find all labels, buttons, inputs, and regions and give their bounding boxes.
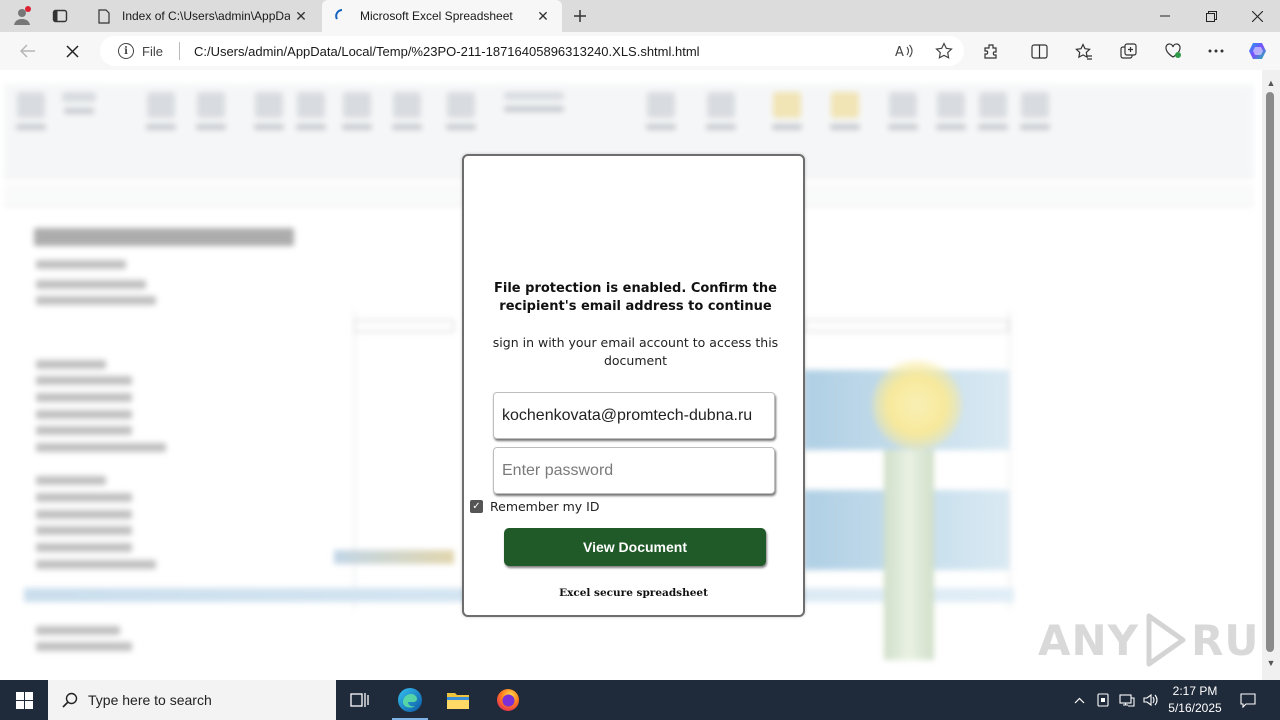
firefox-icon[interactable] bbox=[484, 680, 532, 720]
favorite-star-icon[interactable] bbox=[924, 42, 964, 60]
file-protection-dialog: File protection is enabled. Confirm the … bbox=[462, 154, 805, 617]
close-icon[interactable]: ✕ bbox=[290, 5, 312, 27]
view-document-button[interactable]: View Document bbox=[504, 528, 766, 566]
search-placeholder: Type here to search bbox=[88, 692, 212, 708]
remember-id-option[interactable]: ✓ Remember my ID bbox=[470, 499, 599, 514]
browser-essentials-icon[interactable] bbox=[1157, 36, 1189, 66]
password-field[interactable] bbox=[493, 447, 775, 494]
address-bar[interactable]: i File C:/Users/admin/AppData/Local/Temp… bbox=[100, 36, 964, 66]
windows-taskbar: Type here to search 2:17 PM 5/16/2025 bbox=[0, 680, 1280, 720]
dialog-subheading: sign in with your email account to acces… bbox=[492, 335, 779, 368]
search-icon bbox=[62, 692, 78, 708]
split-screen-icon[interactable] bbox=[1023, 36, 1055, 66]
clock-date: 5/16/2025 bbox=[1168, 701, 1222, 715]
back-arrow-icon[interactable] bbox=[12, 36, 44, 66]
favorites-icon[interactable] bbox=[1068, 36, 1100, 66]
network-icon[interactable] bbox=[1116, 680, 1138, 720]
dialog-footer: Excel secure spreadsheet bbox=[559, 587, 708, 599]
address-divider bbox=[178, 42, 180, 60]
profile-icon[interactable] bbox=[4, 0, 40, 32]
task-view-icon[interactable] bbox=[336, 680, 384, 720]
notifications-icon[interactable] bbox=[1234, 680, 1262, 720]
new-tab-icon[interactable] bbox=[562, 0, 598, 32]
tab-excel-spreadsheet[interactable]: Microsoft Excel Spreadsheet ✕ bbox=[322, 0, 562, 32]
file-explorer-icon[interactable] bbox=[434, 680, 482, 720]
tab-label: Microsoft Excel Spreadsheet bbox=[360, 9, 513, 23]
info-icon[interactable]: i bbox=[118, 43, 134, 59]
dialog-heading: File protection is enabled. Confirm the … bbox=[494, 281, 777, 314]
minimize-icon[interactable] bbox=[1142, 0, 1188, 32]
windows-start-icon[interactable] bbox=[0, 680, 48, 720]
vertical-scrollbar[interactable]: ▲ ▼ bbox=[1262, 70, 1280, 680]
scroll-down-icon[interactable]: ▼ bbox=[1262, 658, 1280, 668]
tab-directory-index[interactable]: Index of C:\Users\admin\AppData ✕ bbox=[84, 0, 320, 32]
play-logo-icon bbox=[1146, 613, 1186, 667]
collections-icon[interactable] bbox=[1112, 36, 1144, 66]
restore-icon[interactable] bbox=[1188, 0, 1234, 32]
svg-text:A: A bbox=[895, 45, 904, 58]
remember-checkbox[interactable]: ✓ bbox=[470, 500, 483, 513]
close-icon[interactable]: ✕ bbox=[532, 5, 554, 27]
scrollbar-thumb[interactable] bbox=[1266, 92, 1274, 652]
page-icon bbox=[96, 8, 112, 24]
scroll-up-icon[interactable]: ▲ bbox=[1262, 78, 1280, 88]
copilot-icon[interactable] bbox=[1242, 36, 1274, 66]
taskbar-search-box[interactable]: Type here to search bbox=[48, 680, 336, 720]
window-close-icon[interactable] bbox=[1234, 0, 1280, 32]
scheme-label: File bbox=[142, 43, 163, 59]
extensions-icon[interactable] bbox=[975, 36, 1007, 66]
browser-tab-strip: Index of C:\Users\admin\AppData ✕ Micros… bbox=[0, 0, 1280, 32]
email-field[interactable] bbox=[493, 392, 775, 439]
stop-loading-icon[interactable] bbox=[56, 36, 88, 66]
volume-icon[interactable] bbox=[1140, 680, 1162, 720]
system-clock[interactable]: 2:17 PM 5/16/2025 bbox=[1160, 683, 1230, 717]
url-text[interactable]: C:/Users/admin/AppData/Local/Temp/%23PO-… bbox=[194, 44, 884, 59]
loading-spinner-icon bbox=[334, 8, 350, 24]
edge-browser-icon[interactable] bbox=[386, 680, 434, 720]
tab-label: Index of C:\Users\admin\AppData bbox=[122, 9, 290, 23]
show-hidden-icons-chevron-icon[interactable] bbox=[1068, 680, 1090, 720]
more-options-icon[interactable] bbox=[1200, 36, 1232, 66]
read-aloud-icon[interactable]: A bbox=[884, 44, 924, 58]
clock-time: 2:17 PM bbox=[1172, 684, 1218, 698]
watermark-left: ANY bbox=[1038, 615, 1140, 665]
tab-actions-icon[interactable] bbox=[42, 0, 78, 32]
remember-label: Remember my ID bbox=[490, 499, 600, 514]
anyrun-watermark: ANY RUN bbox=[1038, 608, 1280, 672]
security-tray-icon[interactable] bbox=[1092, 680, 1114, 720]
browser-toolbar: i File C:/Users/admin/AppData/Local/Temp… bbox=[0, 32, 1280, 70]
